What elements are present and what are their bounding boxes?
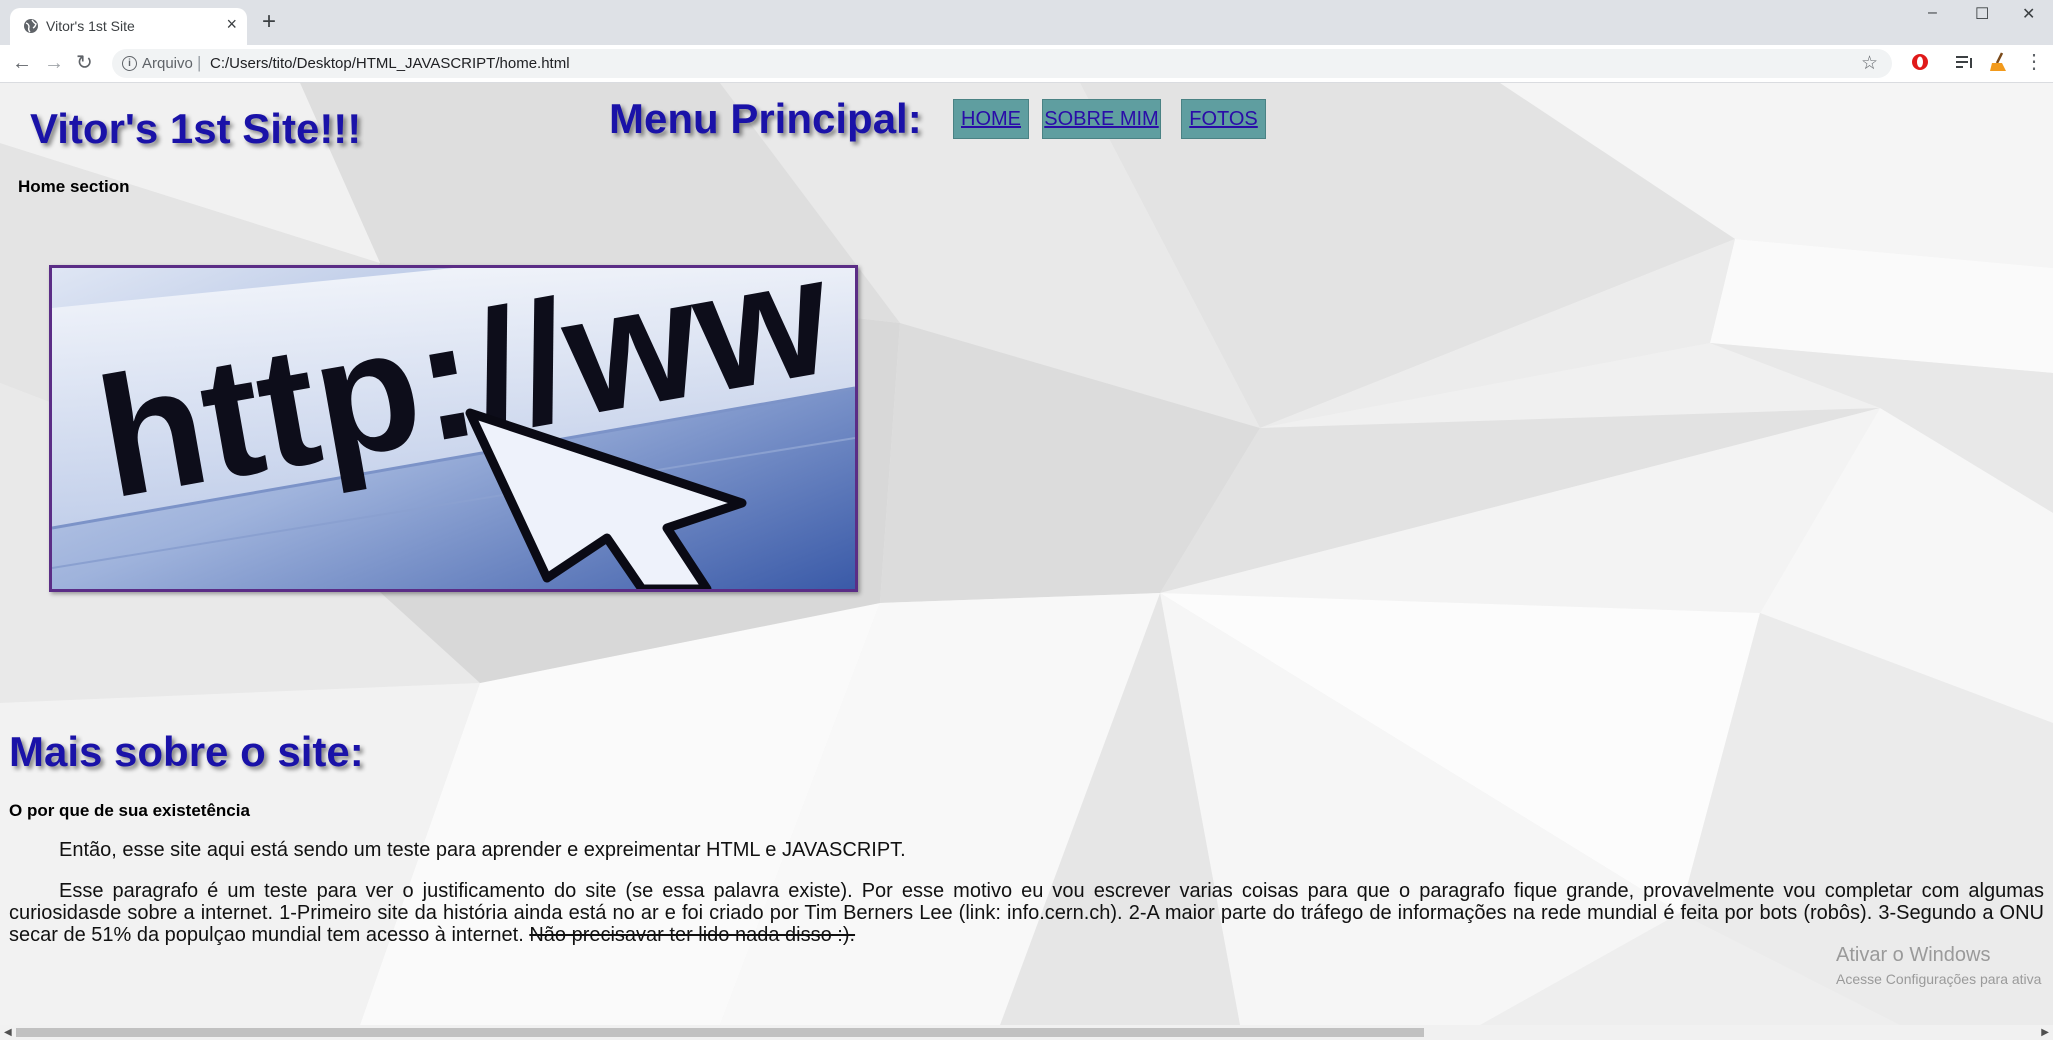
tab-title: Vitor's 1st Site <box>46 18 135 34</box>
back-button[interactable]: ← <box>12 51 32 75</box>
hero-image: http://ww <box>49 265 858 592</box>
home-section-label: Home section <box>18 177 130 196</box>
maximize-button[interactable]: ☐ <box>1975 4 1989 24</box>
more-about-heading: Mais sobre o site: <box>9 728 364 775</box>
menu-link-sobre-mim[interactable]: SOBRE MIM <box>1042 99 1161 139</box>
curiosities-paragraph: Esse paragrafo é um teste para ver o jus… <box>9 880 2044 946</box>
tab-strip: Vitor's 1st Site × + – ☐ ✕ <box>0 0 2053 45</box>
info-icon[interactable]: i <box>122 56 137 71</box>
menu-link-home[interactable]: HOME <box>953 99 1029 139</box>
address-bar[interactable]: i Arquivo | C:/Users/tito/Desktop/HTML_J… <box>112 49 1892 78</box>
close-window-button[interactable]: ✕ <box>2022 4 2035 24</box>
intro-paragraph: Então, esse site aqui está sendo um test… <box>59 839 906 861</box>
scroll-right-icon[interactable]: ▶ <box>2041 1025 2049 1040</box>
horizontal-scrollbar[interactable]: ◀ ▶ <box>0 1025 2053 1040</box>
globe-icon <box>24 19 38 33</box>
why-heading: O por que de sua existetência <box>9 801 250 820</box>
forward-button[interactable]: → <box>44 51 64 75</box>
menu-title: Menu Principal: <box>609 95 922 142</box>
page-viewport: Vitor's 1st Site!!! Menu Principal: HOME… <box>0 83 2053 1025</box>
opera-icon[interactable] <box>1911 53 1929 71</box>
address-scheme-label: Arquivo <box>142 55 193 72</box>
browser-toolbar: ← → ↻ i Arquivo | C:/Users/tito/Desktop/… <box>0 45 2053 83</box>
strikethrough-text: Não precisavar ter lido nada disso :). <box>529 924 856 946</box>
hero-illustration: http://ww <box>52 268 855 589</box>
scroll-left-icon[interactable]: ◀ <box>4 1025 12 1040</box>
windows-activation-title: Ativar o Windows <box>1836 944 1991 966</box>
broom-icon[interactable] <box>1988 51 2010 73</box>
new-tab-button[interactable]: + <box>262 10 276 34</box>
menu-link-fotos[interactable]: FOTOS <box>1181 99 1266 139</box>
windows-activation-subtitle: Acesse Configurações para ativa <box>1836 971 2042 987</box>
address-url[interactable]: C:/Users/tito/Desktop/HTML_JAVASCRIPT/ho… <box>210 55 570 72</box>
curiosities-text: Esse paragrafo é um teste para ver o jus… <box>9 880 2044 946</box>
reading-list-icon[interactable] <box>1956 54 1974 70</box>
menu-icon[interactable]: ⋮ <box>2024 50 2044 74</box>
browser-tab[interactable]: Vitor's 1st Site × <box>10 8 247 45</box>
close-tab-icon[interactable]: × <box>226 14 237 35</box>
scrollbar-thumb[interactable] <box>16 1028 1424 1037</box>
site-title: Vitor's 1st Site!!! <box>30 105 362 152</box>
star-icon[interactable]: ☆ <box>1861 52 1878 75</box>
address-separator: | <box>197 53 202 72</box>
reload-button[interactable]: ↻ <box>76 51 93 75</box>
minimize-button[interactable]: – <box>1928 4 1937 22</box>
